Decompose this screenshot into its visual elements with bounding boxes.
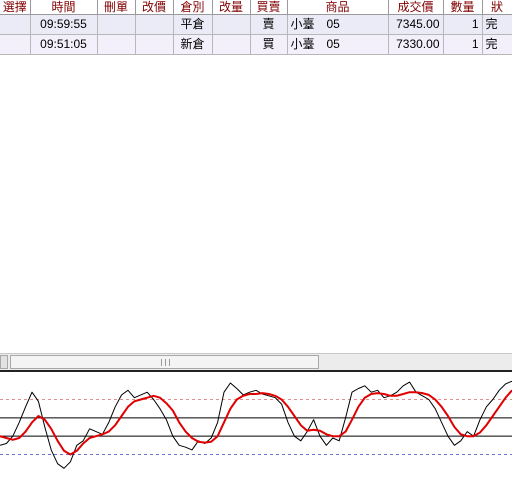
cell-modify-qty[interactable]: [212, 14, 251, 35]
table-header-row: 選擇 時間 刪單 改價 倉別 改量 買賣 商品 成交價 數量 狀: [0, 0, 512, 15]
cell-position: 平倉: [173, 14, 213, 35]
table-row[interactable]: 09:59:55 平倉 賣 小臺 05 7345.00 1 完: [0, 14, 512, 35]
col-header-delete[interactable]: 刪單: [97, 0, 136, 15]
cell-time: 09:51:05: [30, 34, 98, 55]
cell-product: 小臺 05: [287, 34, 389, 55]
col-header-side[interactable]: 買賣: [250, 0, 288, 15]
col-header-price[interactable]: 成交價: [388, 0, 444, 15]
cell-price: 7345.00: [388, 14, 444, 35]
cell-modify-qty[interactable]: [212, 34, 251, 55]
cell-delete[interactable]: [97, 14, 136, 35]
col-header-status[interactable]: 狀: [482, 0, 512, 15]
col-header-position[interactable]: 倉別: [173, 0, 213, 15]
col-header-modify-qty[interactable]: 改量: [212, 0, 251, 15]
cell-time: 09:59:55: [30, 14, 98, 35]
col-header-modify-price[interactable]: 改價: [135, 0, 174, 15]
cell-select[interactable]: [0, 14, 31, 35]
cell-status: 完: [482, 34, 512, 55]
horizontal-scrollbar[interactable]: [0, 353, 512, 370]
cell-side: 買: [250, 34, 288, 55]
cell-price: 7330.00: [388, 34, 444, 55]
col-header-time[interactable]: 時間: [30, 0, 98, 15]
cell-status: 完: [482, 14, 512, 35]
indicator-chart: [0, 380, 512, 469]
cell-side: 賣: [250, 14, 288, 35]
cell-delete[interactable]: [97, 34, 136, 55]
cell-select[interactable]: [0, 34, 31, 55]
cell-modify-price[interactable]: [135, 34, 174, 55]
col-header-qty[interactable]: 數量: [443, 0, 483, 15]
table-row[interactable]: 09:51:05 新倉 買 小臺 05 7330.00 1 完: [0, 34, 512, 55]
cell-product: 小臺 05: [287, 14, 389, 35]
scrollbar-thumb[interactable]: [10, 355, 319, 369]
scroll-left-arrow-icon[interactable]: [0, 355, 8, 369]
cell-qty: 1: [443, 34, 483, 55]
col-header-product[interactable]: 商品: [287, 0, 389, 15]
orders-table: 選擇 時間 刪單 改價 倉別 改量 買賣 商品 成交價 數量 狀 09:59:5…: [0, 0, 512, 55]
grip-lines-icon: [161, 359, 170, 366]
indicator-chart-panel: [0, 370, 512, 482]
cell-position: 新倉: [173, 34, 213, 55]
cell-modify-price[interactable]: [135, 14, 174, 35]
col-header-select[interactable]: 選擇: [0, 0, 31, 15]
cell-qty: 1: [443, 14, 483, 35]
